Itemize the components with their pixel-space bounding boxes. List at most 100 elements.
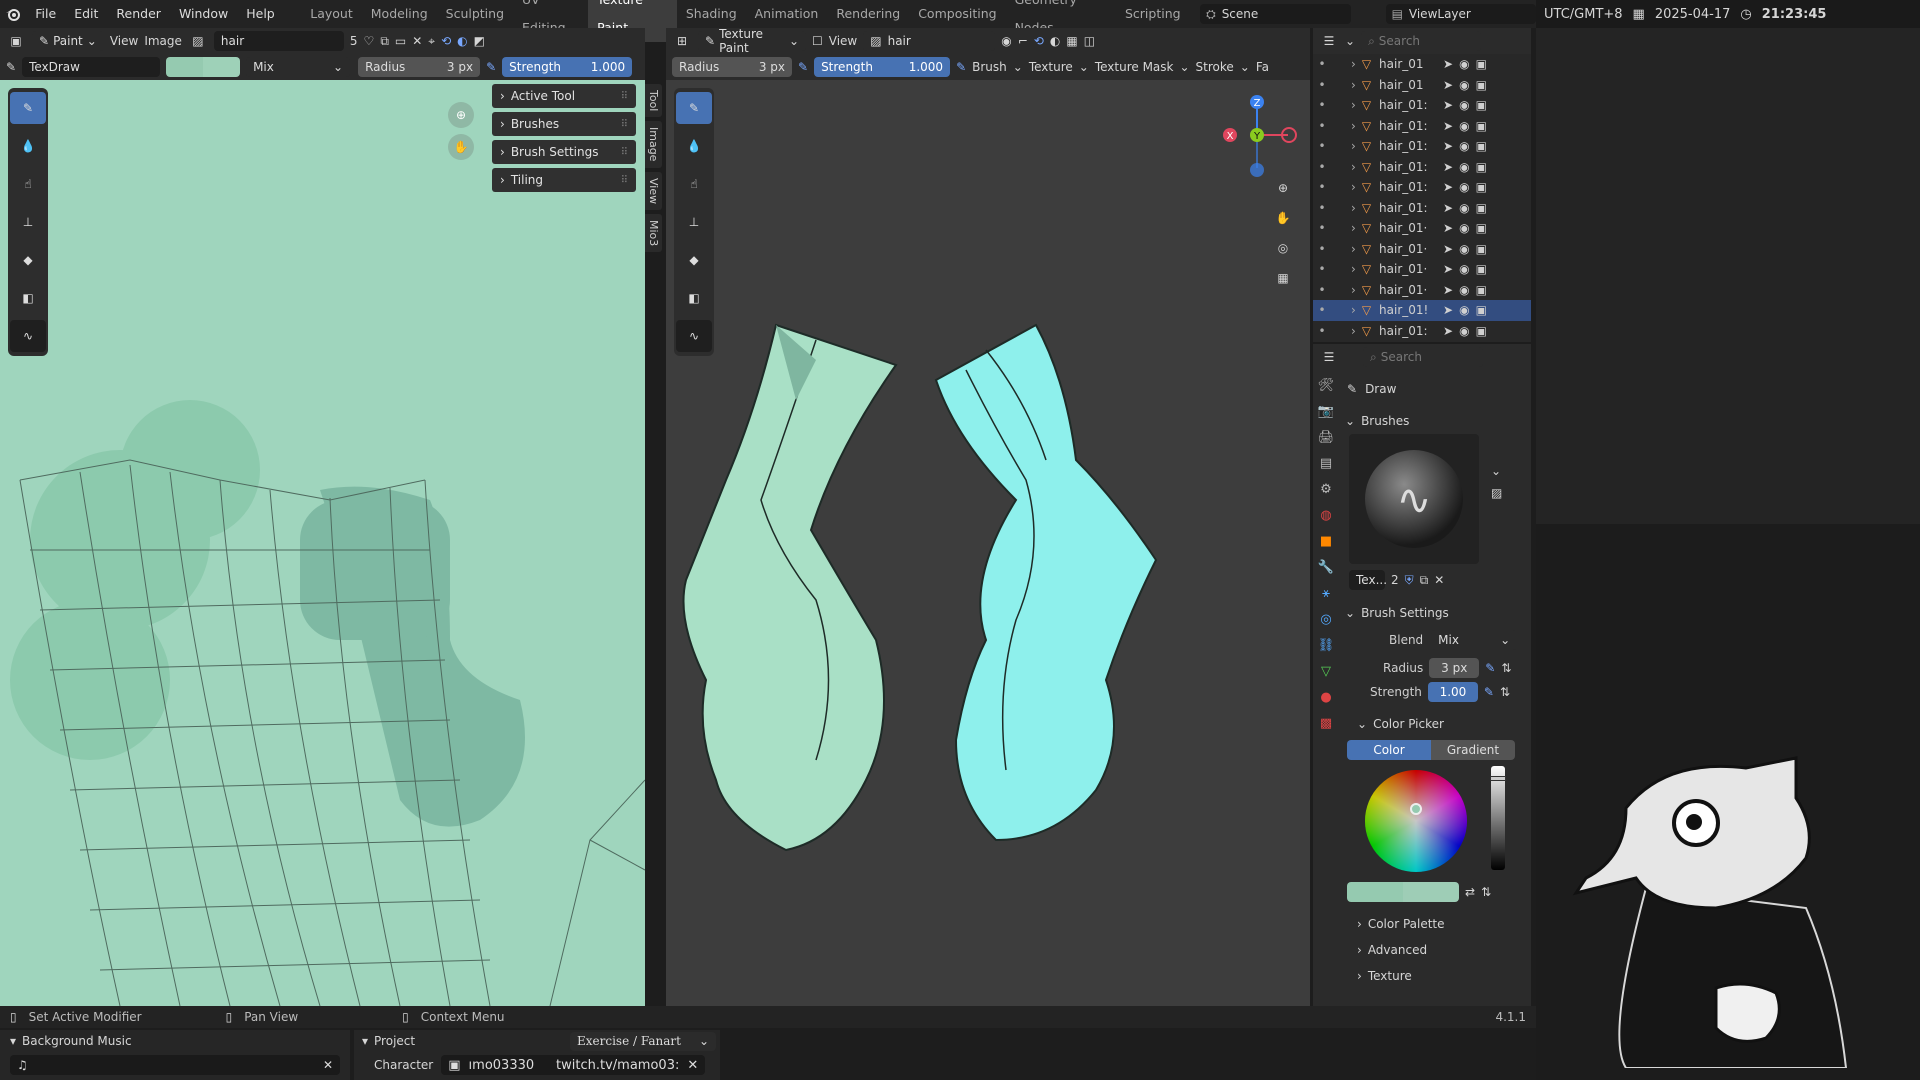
tab-rendering[interactable]: Rendering	[827, 0, 909, 28]
outliner-row[interactable]: • › ▽ hair_01: ➤ ◉ ▣	[1313, 95, 1531, 116]
swap-colors-icon[interactable]: ⇄	[1465, 885, 1475, 899]
outliner-type-icon[interactable]: ☰	[1319, 31, 1339, 51]
tab-mio3[interactable]: Mio3	[645, 213, 662, 253]
eye-icon[interactable]: ◉	[1459, 324, 1469, 338]
stroke-menu[interactable]: Stroke	[1196, 60, 1234, 74]
outliner-row[interactable]: • › ▽ hair_01: ➤ ◉ ▣	[1313, 321, 1531, 342]
music-panel-header[interactable]: ▾ Background Music	[0, 1030, 350, 1052]
data-tab-icon[interactable]: ▽	[1321, 664, 1331, 679]
image-users[interactable]: 5	[350, 34, 358, 48]
brush-name-field[interactable]: TexDraw	[22, 57, 161, 77]
camera-icon[interactable]: ▣	[1476, 139, 1487, 153]
outliner-search[interactable]: ⌕ Search	[1361, 31, 1482, 51]
eye-icon[interactable]: ◉	[1459, 303, 1469, 317]
image-name-field[interactable]: hair	[213, 31, 344, 51]
brush-settings-header[interactable]: ⌄ Brush Settings	[1341, 600, 1527, 626]
color-wheel[interactable]	[1365, 770, 1467, 872]
select-icon[interactable]: ➤	[1443, 303, 1453, 317]
outliner-row[interactable]: • › ▽ hair_01· ➤ ◉ ▣	[1313, 218, 1531, 239]
tab-layout[interactable]: Layout	[301, 0, 362, 28]
color-cursor[interactable]	[1410, 803, 1422, 815]
tab-scripting[interactable]: Scripting	[1116, 0, 1190, 28]
brush-preview[interactable]: ∿	[1349, 434, 1479, 564]
tab-view[interactable]: View	[645, 171, 662, 210]
fill-tool-icon[interactable]: ◆	[676, 244, 712, 276]
tab-image[interactable]: Image	[645, 121, 662, 168]
falloff-icon[interactable]: ⌐	[1018, 34, 1028, 48]
tool-tab-icon[interactable]: 🛠	[1318, 378, 1335, 393]
view-menu[interactable]: View	[110, 34, 138, 48]
tab-gradient[interactable]: Gradient	[1431, 740, 1515, 760]
expand-arrow-icon[interactable]: ›	[1351, 242, 1356, 256]
select-icon[interactable]: ➤	[1443, 119, 1453, 133]
outliner-row[interactable]: • › ▽ hair_01! ➤ ◉ ▣	[1313, 300, 1531, 321]
camera-icon[interactable]: ▣	[1476, 221, 1487, 235]
texture-tab-icon[interactable]: ▩	[1320, 716, 1332, 731]
pin-icon[interactable]: ⌖	[428, 34, 435, 49]
blend-select[interactable]: Mix ⌄	[1431, 630, 1518, 650]
pressure-icon[interactable]: ✎	[1484, 685, 1494, 699]
annotate-tool-icon[interactable]: ∿	[676, 320, 712, 352]
draw-tool-icon[interactable]: ✎	[10, 92, 46, 124]
overlay-icon[interactable]: ◐	[457, 34, 467, 48]
camera-icon[interactable]: ▣	[1476, 303, 1487, 317]
eye-icon[interactable]: ◉	[1459, 283, 1469, 297]
strength-field[interactable]: 1.00	[1427, 682, 1478, 702]
character-field[interactable]: ▣ ımo03330 twitch.tv/mamo03: ✕	[441, 1055, 706, 1075]
outliner-row[interactable]: • › ▽ hair_01: ➤ ◉ ▣	[1313, 157, 1531, 178]
expand-arrow-icon[interactable]: ›	[1351, 180, 1356, 194]
pressure-icon[interactable]: ✎	[1485, 661, 1495, 675]
project-select[interactable]: Exercise / Fanart ⌄	[570, 1031, 716, 1051]
eye-icon[interactable]: ◉	[1459, 119, 1469, 133]
menu-window[interactable]: Window	[170, 0, 237, 28]
brush-short-name[interactable]: Tex...	[1349, 570, 1387, 590]
select-icon[interactable]: ➤	[1443, 139, 1453, 153]
tab-sculpting[interactable]: Sculpting	[437, 0, 513, 28]
expand-arrow-icon[interactable]: ›	[1351, 57, 1356, 71]
brush-users[interactable]: 2	[1391, 573, 1399, 587]
eye-icon[interactable]: ◉	[1459, 57, 1469, 71]
texture-header[interactable]: › Texture	[1341, 964, 1527, 988]
outliner-row[interactable]: • › ▽ hair_01: ➤ ◉ ▣	[1313, 198, 1531, 219]
color-picker-header[interactable]: ⌄ Color Picker	[1341, 712, 1527, 736]
select-icon[interactable]: ➤	[1443, 242, 1453, 256]
outliner-row[interactable]: • › ▽ hair_01 ➤ ◉ ▣	[1313, 75, 1531, 96]
texture-menu[interactable]: Texture	[1029, 60, 1073, 74]
eye-icon[interactable]: ◉	[1459, 180, 1469, 194]
fake-user-icon[interactable]: ♡	[364, 34, 375, 48]
blend-select[interactable]: Mix ⌄	[246, 57, 351, 77]
hand-icon[interactable]: ✋	[1271, 206, 1295, 230]
outliner-row[interactable]: • › ▽ hair_01 ➤ ◉ ▣	[1313, 54, 1531, 75]
brush-color-swatch[interactable]	[166, 57, 241, 77]
expand-arrow-icon[interactable]: ›	[1351, 283, 1356, 297]
outliner-row[interactable]: • › ▽ hair_01· ➤ ◉ ▣	[1313, 239, 1531, 260]
image-menu[interactable]: Image	[144, 34, 182, 48]
properties-type-icon[interactable]: ☰	[1319, 347, 1339, 367]
close-icon[interactable]: ✕	[687, 1058, 698, 1073]
expand-arrow-icon[interactable]: ›	[1351, 160, 1356, 174]
duplicate-icon[interactable]: ⧉	[1420, 573, 1429, 588]
jitter-icon[interactable]: ⇅	[1481, 885, 1491, 899]
expand-arrow-icon[interactable]: ›	[1351, 119, 1356, 133]
outliner-row[interactable]: • › ▽ hair_01· ➤ ◉ ▣	[1313, 280, 1531, 301]
eye-icon[interactable]: ◉	[1459, 242, 1469, 256]
duplicate-icon[interactable]: ⧉	[380, 34, 389, 49]
close-icon[interactable]: ✕	[323, 1058, 333, 1072]
select-icon[interactable]: ➤	[1443, 78, 1453, 92]
constraints-tab-icon[interactable]: ⛓	[1318, 638, 1335, 653]
expand-arrow-icon[interactable]: ›	[1351, 201, 1356, 215]
eye-icon[interactable]: ◉	[1459, 78, 1469, 92]
material-tab-icon[interactable]: ●	[1320, 690, 1331, 705]
tab-shading[interactable]: Shading	[677, 0, 746, 28]
brushes-panel-header[interactable]: ⌄ Brushes	[1341, 408, 1527, 434]
viewport-radius-field[interactable]: Radius 3 px	[672, 57, 792, 77]
physics-tab-icon[interactable]: ◎	[1320, 612, 1331, 627]
panel-active-tool[interactable]: › Active Tool ⠿	[492, 84, 636, 108]
editor-type-icon[interactable]: ⊞	[672, 31, 692, 51]
smear-tool-icon[interactable]: ☝	[676, 168, 712, 200]
pivot-icon[interactable]: ◉	[1001, 34, 1011, 48]
filter-icon[interactable]: ⌄	[1345, 34, 1355, 48]
camera-icon[interactable]: ▣	[1476, 119, 1487, 133]
expand-arrow-icon[interactable]: ›	[1351, 78, 1356, 92]
select-icon[interactable]: ➤	[1443, 180, 1453, 194]
